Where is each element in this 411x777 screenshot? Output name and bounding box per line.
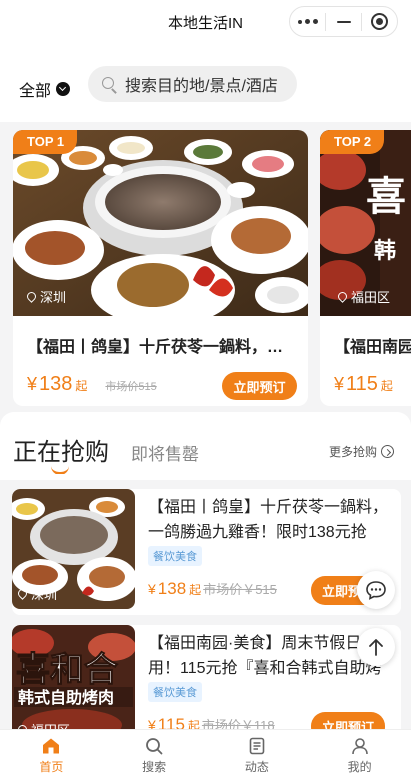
- customer-service-button[interactable]: [357, 571, 395, 609]
- top-card[interactable]: 喜 韩 TOP 2 福田区 【福田南园·美食】周末节假日通用 ¥ 115 起: [320, 130, 411, 406]
- location-pin-icon: [16, 587, 29, 600]
- more-link-label: 更多抢购: [328, 445, 377, 459]
- location-label: 深圳: [31, 587, 58, 602]
- nav-home-label: 首页: [39, 760, 64, 774]
- tab-almost-sold-out[interactable]: 即将售罄: [131, 440, 199, 465]
- market-price: 市场价￥118: [201, 718, 275, 729]
- deal-thumbnail: 喜和合 韩式自助烤肉 福田区: [12, 625, 135, 729]
- search-icon: [102, 76, 117, 92]
- top-ranking-carousel[interactable]: TOP 1 深圳 【福田丨鸽皇】十斤茯苓一鍋料，… ¥ 138 起 市场价515…: [0, 122, 411, 412]
- market-price: 市场价￥515: [203, 582, 277, 597]
- product-name: 【福田丨鸽皇】十斤茯苓一鍋料，…: [27, 339, 284, 356]
- book-now-button[interactable]: 立即预订: [222, 372, 297, 400]
- chevron-right-icon: [381, 445, 394, 458]
- banner-main-text: 喜和合: [16, 650, 118, 690]
- location-tag: 深圳: [16, 584, 58, 603]
- product-name: 【福田南园·美食】周末节假日通用: [334, 339, 411, 356]
- nav-home[interactable]: 首页: [0, 730, 103, 777]
- restaurant-logo-char: 韩: [374, 238, 396, 264]
- location-label: 深圳: [40, 290, 67, 305]
- price-unit: 起: [189, 583, 202, 597]
- deal-thumbnail: 深圳: [12, 489, 135, 609]
- dish-photo: TOP 1 深圳: [13, 130, 308, 316]
- currency-symbol: ¥: [148, 581, 156, 597]
- banner-sub-text: 韩式自助烤肉: [18, 688, 114, 707]
- location-label: 福田区: [351, 290, 391, 305]
- nav-news[interactable]: 动态: [206, 730, 309, 777]
- nav-profile[interactable]: 我的: [308, 730, 411, 777]
- chevron-down-icon: [56, 82, 71, 96]
- profile-icon: [351, 738, 368, 755]
- price-value: 138: [157, 579, 187, 598]
- close-mini-program-button[interactable]: [362, 7, 397, 36]
- more-dots-icon: [297, 19, 318, 24]
- deal-item[interactable]: 喜和合 韩式自助烤肉 福田区 【福田南园·美食】周末节假日通用！115元抢『喜和…: [12, 625, 401, 729]
- price-unit: 起: [75, 379, 88, 393]
- price-row: ¥ 138 起 市场价515: [27, 373, 157, 396]
- more-options-button[interactable]: [290, 7, 325, 36]
- location-tag: 深圳: [25, 287, 67, 306]
- home-icon: [43, 738, 60, 754]
- location-label: 福田区: [31, 720, 70, 729]
- minimize-icon: [336, 20, 351, 23]
- search-icon: [146, 738, 163, 755]
- dish-photo: 喜 韩 TOP 2 福田区: [320, 130, 411, 316]
- minimize-button[interactable]: [326, 7, 361, 36]
- deal-title: 【福田南园·美食】周末节假日通用！115元抢『喜和合韩式自助烤肉』: [148, 635, 382, 677]
- bottom-tab-bar: 首页 搜索 动态 我的: [0, 729, 411, 777]
- rank-badge: TOP 1: [13, 130, 77, 154]
- target-icon: [371, 13, 388, 30]
- location-tag: 福田区: [336, 287, 391, 306]
- price-row: ¥ 115 起 市场价￥118: [148, 715, 275, 729]
- more-flash-sale-link[interactable]: 更多抢购: [329, 443, 394, 460]
- location-tag: 福田区: [16, 720, 70, 729]
- location-pin-icon: [336, 290, 349, 303]
- nav-search[interactable]: 搜索: [103, 730, 206, 777]
- arrow-up-icon: [369, 639, 383, 656]
- market-price: 市场价515: [105, 381, 157, 393]
- price-value: 115: [346, 373, 378, 395]
- price-row: ¥ 138 起 市场价￥515: [148, 579, 277, 599]
- area-dropdown[interactable]: 全部: [19, 77, 71, 101]
- location-pin-icon: [25, 290, 38, 303]
- rank-badge: TOP 2: [320, 130, 384, 154]
- news-icon: [249, 737, 265, 755]
- book-now-button[interactable]: 立即预订: [311, 712, 385, 729]
- search-input[interactable]: 搜索目的地/景点/酒店: [88, 66, 297, 102]
- search-row: 全部 搜索目的地/景点/酒店: [0, 44, 411, 122]
- deal-list: 深圳 【福田丨鸽皇】十斤茯苓一鍋料，一鸽勝過九雞香！限时138元抢 餐饮美食 ¥…: [0, 474, 411, 729]
- price-row: ¥ 115 起: [334, 373, 393, 396]
- nav-search-label: 搜索: [142, 760, 167, 774]
- currency-symbol: ¥: [334, 374, 345, 394]
- price-unit: 起: [187, 719, 200, 729]
- deal-item[interactable]: 深圳 【福田丨鸽皇】十斤茯苓一鍋料，一鸽勝過九雞香！限时138元抢 餐饮美食 ¥…: [12, 489, 401, 615]
- category-tag: 餐饮美食: [148, 546, 202, 566]
- deal-title: 【福田丨鸽皇】十斤茯苓一鍋料，一鸽勝過九雞香！限时138元抢: [148, 499, 388, 541]
- price-value: 138: [39, 373, 73, 395]
- tab-flash-sale[interactable]: 正在抢购: [13, 432, 109, 475]
- currency-symbol: ¥: [148, 717, 156, 729]
- title-bar: 本地生活IN: [0, 0, 411, 44]
- price-value: 115: [157, 715, 185, 729]
- flash-sale-section-header: 正在抢购 即将售罄 更多抢购: [0, 412, 411, 475]
- area-dropdown-label: 全部: [19, 83, 52, 100]
- category-tag: 餐饮美食: [148, 682, 202, 702]
- nav-news-label: 动态: [244, 760, 269, 774]
- currency-symbol: ¥: [27, 374, 38, 394]
- nav-profile-label: 我的: [347, 760, 372, 774]
- back-to-top-button[interactable]: [357, 628, 395, 666]
- chat-bubble-icon: [366, 581, 386, 600]
- price-unit: 起: [380, 379, 393, 393]
- restaurant-logo-char: 喜: [366, 174, 406, 220]
- top-card[interactable]: TOP 1 深圳 【福田丨鸽皇】十斤茯苓一鍋料，… ¥ 138 起 市场价515…: [13, 130, 308, 406]
- mini-program-capsule: [289, 6, 398, 37]
- tab-flash-sale-label: 正在抢购: [13, 439, 109, 466]
- search-placeholder: 搜索目的地/景点/酒店: [125, 78, 278, 95]
